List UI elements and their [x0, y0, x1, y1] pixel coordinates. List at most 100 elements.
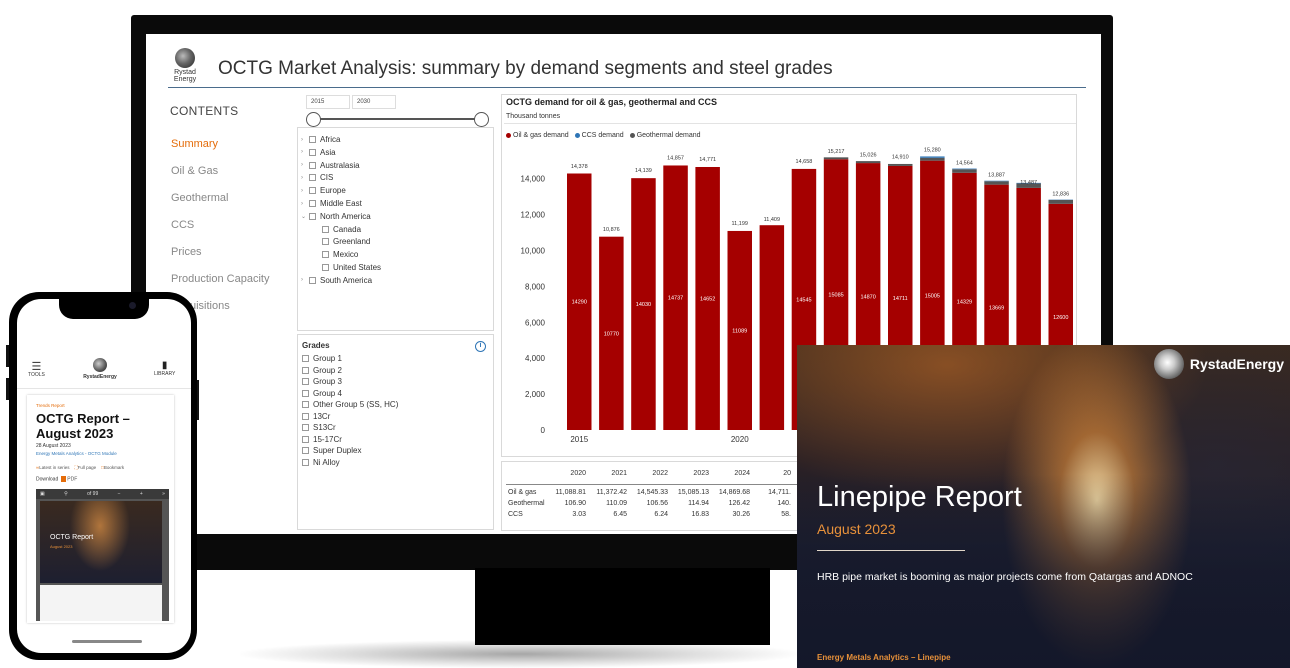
region-item[interactable]: Mexico — [314, 250, 358, 259]
legend-ccs[interactable]: CCS demand — [574, 132, 624, 139]
y-tick-label: 12,000 — [521, 211, 546, 220]
region-item[interactable]: ⌄ North America — [301, 212, 371, 221]
region-item[interactable]: Canada — [314, 225, 361, 234]
grade-label: Group 1 — [313, 354, 342, 363]
grade-item[interactable]: Group 4 — [302, 389, 342, 398]
legend-geothermal-swatch — [629, 132, 635, 138]
info-icon[interactable]: i — [475, 341, 486, 352]
checkbox[interactable] — [322, 225, 329, 233]
full-page-link[interactable]: ⛶Full page — [74, 465, 96, 470]
grade-item[interactable]: Ni Alloy — [302, 458, 340, 467]
region-label: Canada — [333, 224, 362, 234]
checkbox[interactable] — [309, 212, 316, 220]
region-item[interactable]: › Europe — [301, 186, 346, 195]
year-slider-track[interactable] — [314, 118, 486, 120]
checkbox[interactable] — [322, 238, 329, 246]
checkbox[interactable] — [302, 447, 309, 454]
checkbox[interactable] — [302, 355, 309, 362]
pdf-cover-date: August 2023 — [50, 544, 73, 549]
grade-label: Group 3 — [313, 377, 342, 386]
checkbox[interactable] — [302, 435, 309, 443]
expand-chevron-icon[interactable]: › — [301, 188, 309, 194]
region-item[interactable]: › Africa — [301, 135, 340, 144]
checkbox[interactable] — [309, 161, 316, 169]
bar-geothermal — [855, 161, 881, 164]
zoom-in-icon[interactable]: + — [140, 491, 143, 497]
legend-oil-gas[interactable]: Oil & gas demand — [506, 132, 569, 139]
sidebar-toggle-icon[interactable]: ▣ — [40, 491, 45, 497]
nav-item-production-capacity[interactable]: Production Capacity — [171, 273, 269, 285]
linepipe-report-cover[interactable]: RystadEnergy Linepipe Report August 2023… — [797, 345, 1290, 668]
bar-oil-gas — [759, 225, 785, 430]
phone-tools[interactable]: ☰ TOOLS — [28, 362, 45, 379]
year-slider-end-handle[interactable] — [474, 112, 489, 127]
zoom-out-icon[interactable]: − — [118, 491, 121, 497]
table-header-year: 2023 — [693, 470, 709, 477]
checkbox[interactable] — [309, 200, 316, 207]
grade-item[interactable]: Group 2 — [302, 366, 342, 375]
legend-geothermal[interactable]: Geothermal demand — [629, 132, 701, 139]
expand-chevron-icon[interactable]: ⌄ — [301, 213, 309, 220]
expand-chevron-icon[interactable]: › — [301, 137, 309, 143]
region-item[interactable]: › Middle East — [301, 199, 362, 208]
region-item[interactable]: › CIS — [301, 173, 333, 182]
checkbox[interactable] — [302, 412, 309, 420]
expand-chevron-icon[interactable]: › — [301, 201, 309, 207]
search-icon[interactable]: ⚲ — [64, 491, 68, 497]
checkbox[interactable] — [309, 136, 316, 143]
checkbox[interactable] — [309, 187, 316, 195]
region-item[interactable]: Greenland — [314, 237, 370, 246]
expand-chevron-icon[interactable]: › — [301, 162, 309, 168]
latest-in-series-link[interactable]: ∞Latest in series — [36, 465, 69, 470]
checkbox[interactable] — [302, 366, 309, 374]
checkbox[interactable] — [302, 378, 309, 385]
year-slider-start-handle[interactable] — [306, 112, 321, 127]
nav-item-ccs[interactable]: CCS — [171, 219, 194, 231]
region-item[interactable]: › Australasia — [301, 161, 360, 170]
grade-item[interactable]: S13Cr — [302, 423, 336, 432]
grade-item[interactable]: Other Group 5 (SS, HC) — [302, 400, 398, 409]
checkbox[interactable] — [302, 401, 309, 408]
checkbox[interactable] — [309, 276, 316, 284]
bar-total-label: 12,836 — [1052, 192, 1069, 198]
grade-item[interactable]: Group 1 — [302, 354, 342, 363]
region-label: Greenland — [333, 237, 371, 247]
checkbox[interactable] — [309, 174, 316, 182]
checkbox[interactable] — [322, 251, 329, 259]
more-icon[interactable]: » — [162, 491, 165, 497]
nav-item-prices[interactable]: Prices — [171, 246, 202, 258]
phone-module-link[interactable]: Energy Metals Analytics - OCTG Module — [36, 451, 117, 456]
checkbox[interactable] — [302, 424, 309, 431]
expand-chevron-icon[interactable]: › — [301, 149, 309, 155]
region-item[interactable]: United States — [314, 263, 381, 272]
pdf-page-cover: OCTG Report August 2023 — [40, 501, 162, 583]
grade-item[interactable]: Super Duplex — [302, 446, 361, 455]
latest-in-series-label: Latest in series — [39, 465, 70, 470]
expand-chevron-icon[interactable]: › — [301, 277, 309, 283]
nav-item-oil-gas[interactable]: Oil & Gas — [171, 165, 218, 177]
bar-value-label: 15005 — [925, 293, 940, 299]
expand-chevron-icon[interactable]: › — [301, 175, 309, 181]
pdf-link[interactable]: PDF — [67, 476, 77, 482]
phone-library[interactable]: ▮ LIBRARY — [154, 361, 176, 378]
nav-item-summary[interactable]: Summary — [171, 138, 218, 150]
grade-label: 13Cr — [313, 411, 331, 421]
checkbox[interactable] — [302, 458, 309, 466]
checkbox[interactable] — [302, 389, 309, 397]
grade-item[interactable]: Group 3 — [302, 377, 342, 386]
table-cell: 14,545.33 — [636, 489, 668, 496]
region-item[interactable]: › South America — [301, 276, 372, 285]
library-label: LIBRARY — [154, 371, 176, 377]
grade-item[interactable]: 15-17Cr — [302, 435, 342, 444]
bar-geothermal — [823, 157, 849, 160]
legend-ccs-label: CCS demand — [581, 132, 624, 139]
region-item[interactable]: › Asia — [301, 148, 336, 157]
year-to-input[interactable]: 2030 — [352, 95, 396, 109]
year-from-input[interactable]: 2015 — [306, 95, 350, 109]
bookmark-link[interactable]: □Bookmark — [101, 465, 124, 470]
nav-item-geothermal[interactable]: Geothermal — [171, 192, 228, 204]
pdf-icon[interactable] — [61, 476, 67, 482]
grade-item[interactable]: 13Cr — [302, 412, 330, 421]
checkbox[interactable] — [322, 264, 329, 271]
checkbox[interactable] — [309, 148, 316, 156]
